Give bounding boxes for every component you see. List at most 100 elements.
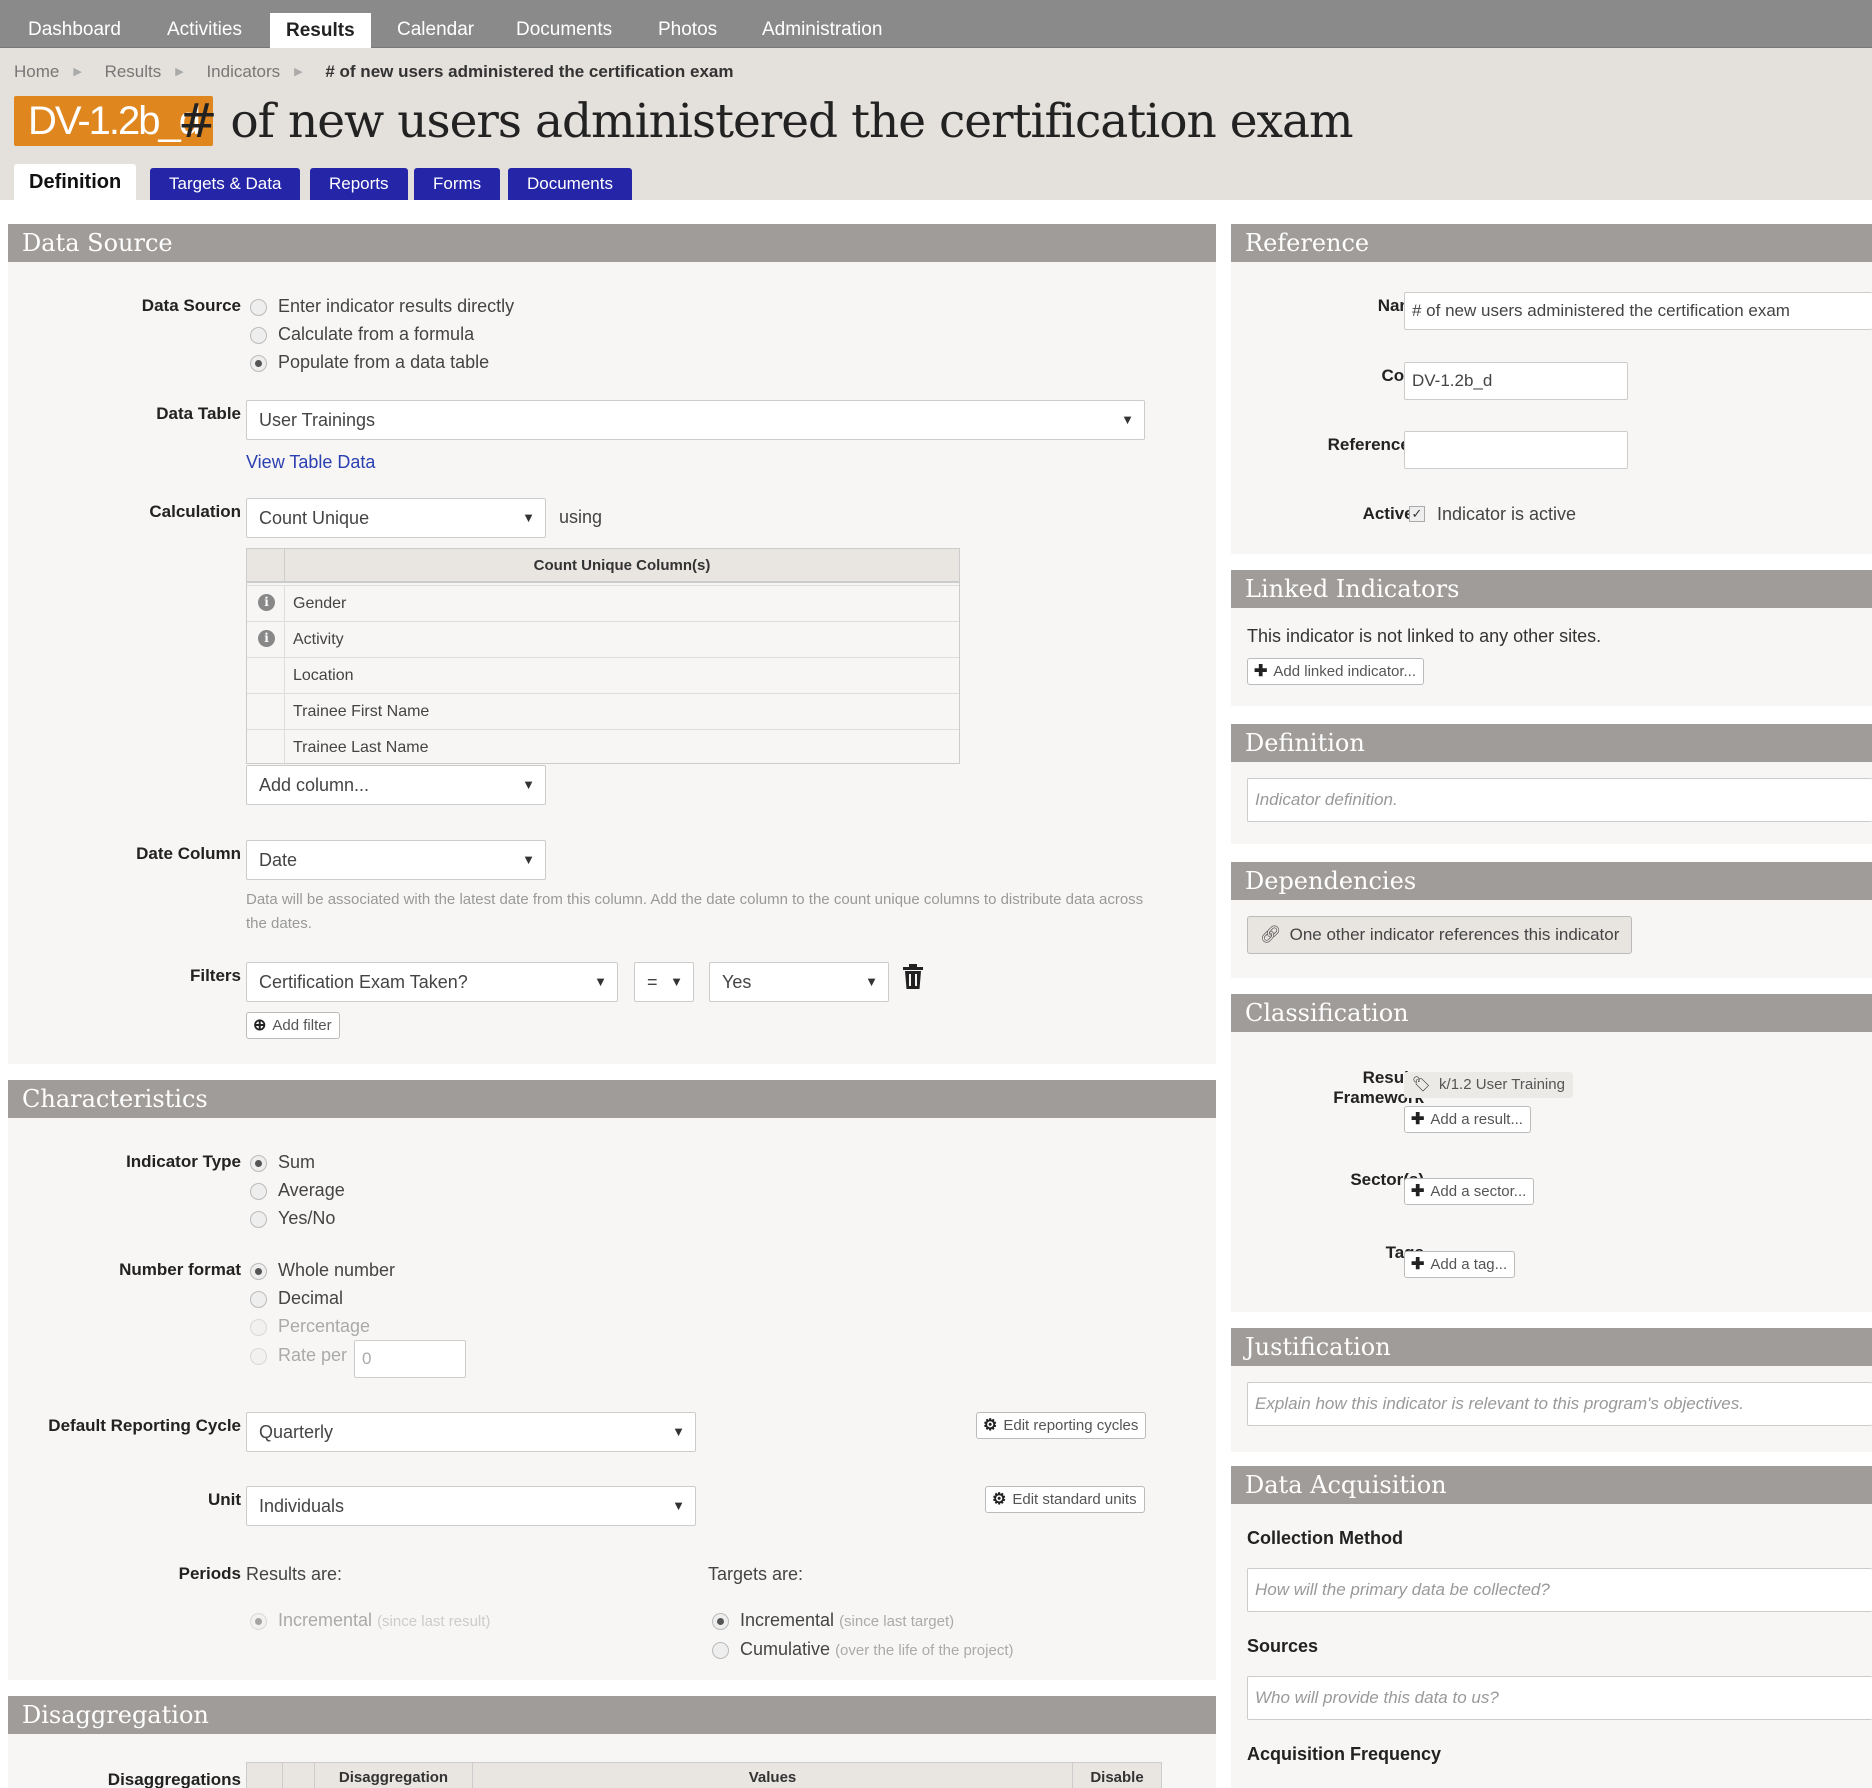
chevron-down-icon: ▼: [522, 510, 535, 525]
unit-select[interactable]: Individuals ▼: [246, 1486, 696, 1526]
table-row[interactable]: i Gender: [247, 585, 959, 621]
option-yes-no: Yes/No: [278, 1208, 336, 1228]
radio-average[interactable]: [250, 1183, 267, 1200]
collection-method-input[interactable]: How will the primary data be collected?: [1247, 1568, 1872, 1612]
justification-input[interactable]: Explain how this indicator is relevant t…: [1247, 1382, 1872, 1426]
tab-reports[interactable]: Reports: [310, 168, 408, 200]
framework-tag[interactable]: 🏷︎ k/1.2 User Training: [1404, 1072, 1573, 1098]
breadcrumb-indicators[interactable]: Indicators: [206, 62, 280, 81]
radio-rate-per[interactable]: [250, 1348, 267, 1365]
radio-whole-number[interactable]: [250, 1263, 267, 1280]
filter-field-select[interactable]: Certification Exam Taken? ▼: [246, 962, 618, 1002]
data-table-label: Data Table: [156, 404, 241, 423]
nav-photos[interactable]: Photos: [642, 11, 733, 48]
radio-sum[interactable]: [250, 1155, 267, 1172]
justification-panel: Justification Explain how this indicator…: [1231, 1328, 1872, 1452]
tab-targets-data[interactable]: Targets & Data: [150, 168, 301, 200]
table-row[interactable]: Trainee Last Name: [247, 729, 959, 765]
nav-administration[interactable]: Administration: [746, 11, 898, 48]
add-sector-button[interactable]: ✚ Add a sector...: [1404, 1178, 1535, 1205]
gear-icon: ⚙: [992, 1491, 1007, 1508]
name-input[interactable]: # of new users administered the certific…: [1404, 292, 1872, 330]
linked-indicators-panel: Linked Indicators This indicator is not …: [1231, 570, 1872, 706]
acquisition-frequency-label: Acquisition Frequency: [1247, 1744, 1442, 1764]
unit-value: Individuals: [259, 1496, 345, 1516]
date-column-select[interactable]: Date ▼: [246, 840, 546, 880]
code-input[interactable]: DV-1.2b_d: [1404, 362, 1628, 400]
info-icon[interactable]: i: [258, 630, 275, 647]
add-result-button[interactable]: ✚ Add a result...: [1404, 1106, 1531, 1133]
option-whole-number: Whole number: [278, 1260, 396, 1280]
dependencies-panel: Dependencies 🔗︎ One other indicator refer…: [1231, 862, 1872, 978]
tab-documents[interactable]: Documents: [508, 168, 632, 200]
nav-calendar[interactable]: Calendar: [381, 11, 490, 48]
nav-documents[interactable]: Documents: [500, 11, 628, 48]
radio-targets-cumulative[interactable]: [712, 1642, 729, 1659]
option-percentage: Percentage: [278, 1316, 371, 1336]
tab-forms[interactable]: Forms: [414, 168, 501, 200]
option-results-incremental: Incremental (since last result): [278, 1610, 490, 1631]
nav-dashboard[interactable]: Dashboard: [12, 11, 137, 48]
using-text: using: [559, 507, 603, 527]
classification-panel: Classification Results Framework 🏷︎ k/1.2 …: [1231, 994, 1872, 1312]
table-row[interactable]: Trainee First Name: [247, 693, 959, 729]
filters-label: Filters: [189, 966, 241, 985]
dependencies-button[interactable]: 🔗︎ One other indicator references this in…: [1247, 916, 1633, 954]
row-gutter: [247, 694, 285, 729]
filter-operator-select[interactable]: = ▼: [634, 962, 694, 1002]
radio-targets-incremental[interactable]: [712, 1613, 729, 1630]
reference-panel: Reference Name # of new users administer…: [1231, 224, 1872, 554]
count-unique-columns-table: Count Unique Column(s) i Gender i Activity…: [246, 548, 960, 765]
add-column-select[interactable]: Add column... ▼: [246, 765, 546, 805]
breadcrumb-separator-icon: ▶: [73, 66, 82, 78]
reference-number-input[interactable]: [1404, 431, 1628, 469]
disaggregation-panel: Disaggregation Disaggregations Disaggreg…: [8, 1696, 1216, 1788]
radio-decimal[interactable]: [250, 1291, 267, 1308]
definition-input[interactable]: Indicator definition.: [1247, 778, 1872, 822]
radio-enter-directly[interactable]: [250, 299, 267, 316]
option-targets-cumulative: Cumulative (over the life of the project…: [740, 1639, 1013, 1660]
definition-panel: Definition Indicator definition.: [1231, 724, 1872, 844]
add-tag-button[interactable]: ✚ Add a tag...: [1404, 1251, 1516, 1278]
data-table-select[interactable]: User Trainings ▼: [246, 400, 1145, 440]
add-filter-button[interactable]: ⊕ Add filter: [246, 1012, 340, 1039]
sources-input[interactable]: Who will provide this data to us?: [1247, 1676, 1872, 1720]
reporting-cycle-select[interactable]: Quarterly ▼: [246, 1412, 696, 1452]
breadcrumb-results[interactable]: Results: [105, 62, 162, 81]
radio-results-incremental[interactable]: [250, 1613, 267, 1630]
radio-data-table[interactable]: [250, 355, 267, 372]
targets-cumulative-note: (over the life of the project): [835, 1642, 1014, 1659]
chevron-down-icon: ▼: [522, 777, 535, 792]
date-column-hint: Data will be associated with the latest …: [246, 891, 1144, 932]
info-icon[interactable]: i: [258, 594, 275, 611]
data-source-label: Data Source: [141, 296, 241, 315]
calculation-select[interactable]: Count Unique ▼: [246, 498, 546, 538]
active-checkbox[interactable]: ✓: [1409, 506, 1425, 522]
filter-value-select[interactable]: Yes ▼: [709, 962, 889, 1002]
trash-icon[interactable]: [902, 964, 924, 990]
column-name: Trainee First Name: [293, 703, 430, 720]
edit-standard-units-button[interactable]: ⚙ Edit standard units: [985, 1486, 1145, 1513]
nav-results[interactable]: Results: [270, 13, 371, 48]
table-row[interactable]: i Activity: [247, 621, 959, 657]
characteristics-panel: Characteristics Indicator Type Sum Avera…: [8, 1080, 1216, 1680]
radio-formula[interactable]: [250, 327, 267, 344]
chevron-down-icon: ▼: [672, 1424, 685, 1439]
radio-percentage[interactable]: [250, 1319, 267, 1336]
tab-definition[interactable]: Definition: [14, 164, 137, 200]
column-name: Location: [293, 667, 354, 684]
view-table-data-link[interactable]: View Table Data: [246, 452, 375, 473]
filter-value-value: Yes: [722, 972, 752, 992]
row-gutter: [247, 658, 285, 693]
radio-yes-no[interactable]: [250, 1211, 267, 1228]
periods-label: Periods: [178, 1564, 241, 1583]
rate-per-input[interactable]: 0: [354, 1340, 466, 1378]
gear-icon: ⚙: [983, 1417, 998, 1434]
breadcrumb-home[interactable]: Home: [14, 62, 59, 81]
edit-reporting-cycles-button[interactable]: ⚙ Edit reporting cycles: [976, 1412, 1147, 1439]
table-row[interactable]: Location: [247, 657, 959, 693]
add-linked-indicator-button[interactable]: ✚ Add linked indicator...: [1247, 658, 1424, 685]
results-incremental-label: Incremental: [278, 1610, 373, 1630]
collection-method-label: Collection Method: [1247, 1528, 1403, 1548]
nav-activities[interactable]: Activities: [151, 11, 258, 48]
